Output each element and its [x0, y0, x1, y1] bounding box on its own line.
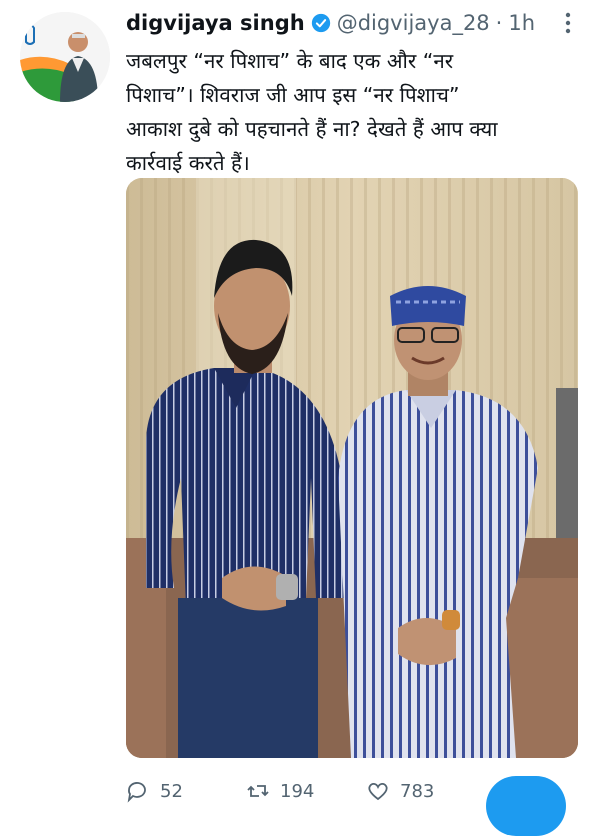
reply-button[interactable]: 52 [126, 779, 246, 803]
floating-action-button[interactable] [486, 776, 566, 836]
timestamp[interactable]: 1h [508, 11, 535, 35]
avatar-image [20, 12, 110, 102]
tweet-header: digvijaya singh @digvijaya_28 · 1h [126, 8, 580, 38]
verified-badge-icon [311, 13, 331, 33]
reply-icon [127, 782, 146, 803]
display-name[interactable]: digvijaya singh [126, 11, 305, 35]
photo-image [126, 178, 578, 758]
retweet-count: 194 [280, 780, 315, 802]
tweet-photo[interactable] [126, 178, 578, 758]
like-count: 783 [400, 780, 435, 802]
like-button[interactable]: 783 [366, 779, 486, 803]
tweet-text: जबलपुर “नर पिशाच” के बाद एक और “नर पिशाच… [126, 49, 498, 175]
retweet-button[interactable]: 194 [246, 779, 366, 803]
more-vertical-icon[interactable] [556, 10, 580, 36]
heart-icon [368, 782, 388, 801]
retweet-icon [247, 785, 269, 797]
separator: · [495, 11, 503, 35]
avatar[interactable] [20, 12, 110, 102]
reply-count: 52 [160, 780, 183, 802]
handle[interactable]: @digvijaya_28 [337, 11, 490, 35]
